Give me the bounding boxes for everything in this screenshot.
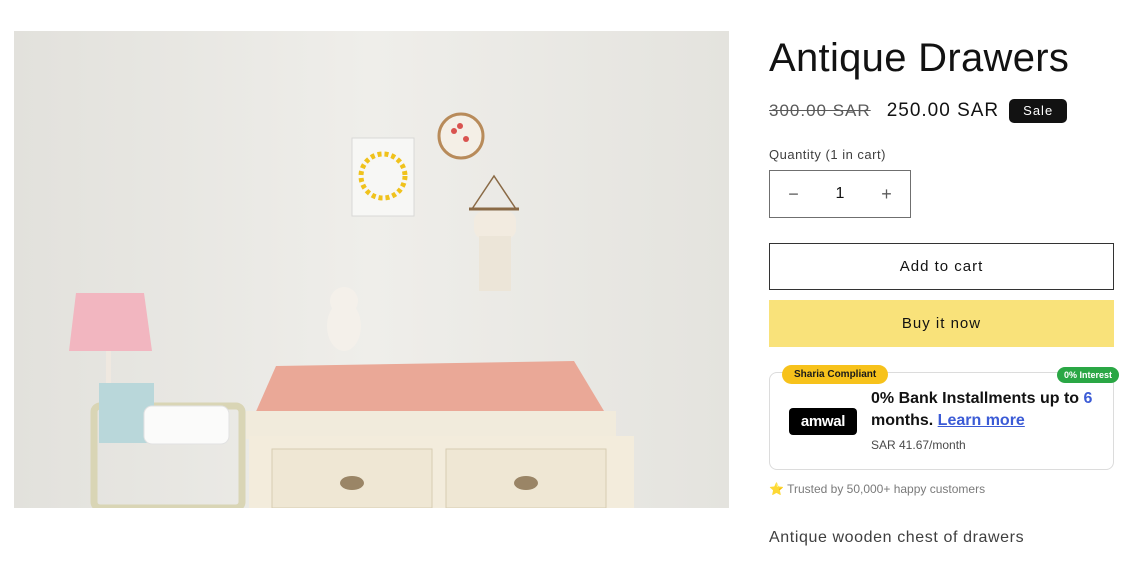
sale-badge: Sale xyxy=(1009,99,1068,123)
monthly-payment: SAR 41.67/month xyxy=(871,438,966,452)
installments-months-word: months. xyxy=(871,412,934,429)
installments-headline-text: 0% Bank Installments up to xyxy=(871,390,1080,407)
sharia-compliant-tag: Sharia Compliant xyxy=(782,365,889,384)
trust-text: Trusted by 50,000+ happy customers xyxy=(787,482,986,496)
amwal-logo: amwal xyxy=(789,408,857,435)
buy-now-button[interactable]: Buy it now xyxy=(769,300,1114,347)
star-icon: ⭐ xyxy=(769,482,784,496)
increase-quantity-button[interactable]: + xyxy=(863,171,910,217)
learn-more-link[interactable]: Learn more xyxy=(938,412,1025,429)
installments-months-number: 6 xyxy=(1083,390,1093,407)
quantity-label: Quantity (1 in cart) xyxy=(769,147,886,162)
product-photo xyxy=(14,31,729,508)
product-description: Antique wooden chest of drawers xyxy=(769,529,1025,546)
quantity-input[interactable]: 1 xyxy=(820,185,860,203)
plus-icon: + xyxy=(881,183,892,204)
product-image[interactable] xyxy=(14,31,729,508)
product-title: Antique Drawers xyxy=(769,36,1070,80)
price-row: 300.00 SAR 250.00 SAR Sale xyxy=(769,97,1068,125)
amwal-installments-widget[interactable]: Sharia Compliant 0% Interest amwal 0% Ba… xyxy=(769,365,1119,470)
add-to-cart-button[interactable]: Add to cart xyxy=(769,243,1114,290)
trust-line: ⭐ Trusted by 50,000+ happy customers xyxy=(769,482,985,496)
installments-headline: 0% Bank Installments up to 6 months. Lea… xyxy=(871,388,1106,432)
quantity-stepper: − 1 + xyxy=(769,170,911,218)
regular-price: 300.00 SAR xyxy=(769,101,871,120)
decrease-quantity-button[interactable]: − xyxy=(770,171,817,217)
sale-price: 250.00 SAR xyxy=(886,100,1000,121)
minus-icon: − xyxy=(788,183,799,204)
zero-interest-tag: 0% Interest xyxy=(1056,367,1119,383)
